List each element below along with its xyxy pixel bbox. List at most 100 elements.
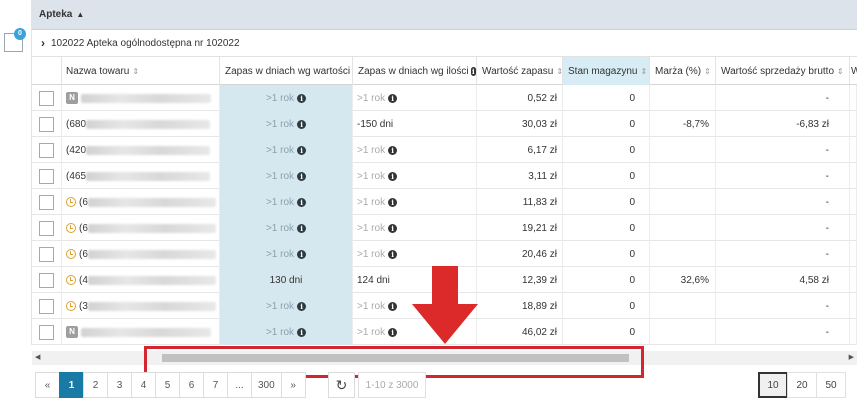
group-row[interactable]: › 102022 Apteka ogólnodostępna nr 102022 — [32, 30, 857, 57]
info-icon[interactable]: i — [388, 93, 398, 103]
info-icon[interactable]: i — [297, 327, 307, 337]
marza-cell — [650, 241, 716, 267]
redacted-product-name — [87, 223, 216, 233]
redacted-product-name — [81, 93, 211, 103]
info-icon[interactable]: i — [297, 171, 307, 181]
page-button[interactable]: 4 — [131, 372, 156, 398]
info-icon[interactable]: i — [388, 249, 398, 259]
row-checkbox[interactable] — [39, 90, 54, 106]
info-icon[interactable]: i — [297, 93, 307, 103]
info-icon[interactable]: i — [388, 327, 398, 337]
page-button[interactable]: 3 — [107, 372, 132, 398]
row-checkbox[interactable] — [39, 168, 54, 184]
stan-magazynu-cell: 0 — [563, 215, 650, 241]
info-icon[interactable]: i — [388, 301, 398, 311]
info-icon[interactable]: i — [388, 145, 398, 155]
table-row[interactable]: (420 >1 rok i >1 rok i 6,17 zł 0- — [32, 137, 857, 163]
info-icon[interactable]: i — [388, 197, 398, 207]
group-header-label: Apteka — [39, 9, 73, 20]
column-wartosc-sprzedazy[interactable]: Wartość sprzedaży brutto ⇕ — [716, 57, 850, 85]
sort-icon: ⇕ — [640, 66, 648, 76]
column-label: W — [851, 65, 857, 77]
overflow-cell — [850, 189, 857, 215]
info-icon[interactable]: i — [297, 249, 307, 259]
overflow-cell — [850, 85, 857, 111]
page-button[interactable]: 6 — [179, 372, 204, 398]
column-label: Wartość sprzedaży brutto — [721, 65, 835, 77]
group-row-label: 102022 Apteka ogólnodostępna nr 102022 — [51, 37, 240, 49]
page-next-button[interactable]: » — [280, 372, 306, 398]
zapas-ilosc-cell: -150 dni — [353, 111, 477, 137]
zapas-ilosc-value: >1 rok — [357, 196, 386, 208]
info-icon[interactable]: i — [297, 119, 307, 129]
row-checkbox[interactable] — [39, 220, 54, 236]
group-header-apteka[interactable]: Apteka ▲ — [32, 0, 857, 30]
row-checkbox[interactable] — [39, 246, 54, 262]
info-icon[interactable]: i — [470, 66, 476, 76]
row-checkbox[interactable] — [39, 324, 54, 340]
wartosc-zapasu-cell: 20,46 zł — [477, 241, 563, 267]
stan-magazynu-cell: 0 — [563, 111, 650, 137]
column-wartosc-zapasu[interactable]: Wartość zapasu ⇕ — [477, 57, 563, 85]
marza-cell — [650, 137, 716, 163]
column-w[interactable]: W — [850, 57, 857, 85]
table-row[interactable]: (6 >1 rok i >1 rok i 11,83 zł 0- — [32, 189, 857, 215]
new-product-badge: N — [66, 326, 78, 338]
column-marza[interactable]: Marża (%) ⇕ — [650, 57, 716, 85]
page-button[interactable]: 1 — [59, 372, 84, 398]
zapas-ilosc-cell: >1 rok i — [353, 85, 477, 111]
wartosc-sprzedazy-cell: - — [716, 215, 850, 241]
page-button[interactable]: 300 — [251, 372, 282, 398]
page-first-button[interactable]: « — [35, 372, 60, 398]
row-checkbox-cell — [32, 241, 62, 267]
clock-icon — [66, 249, 76, 259]
column-zapas-wartosc[interactable]: Zapas w dniach wg wartości⇕i — [220, 57, 353, 85]
page-size-option[interactable]: 10 — [758, 372, 788, 398]
info-icon[interactable]: i — [297, 301, 307, 311]
page-button[interactable]: 2 — [83, 372, 108, 398]
page-size-option[interactable]: 20 — [787, 372, 817, 398]
info-icon[interactable]: i — [297, 223, 307, 233]
zapas-wartosc-cell: >1 rok i — [220, 111, 353, 137]
scroll-right-icon[interactable]: ▶ — [849, 353, 854, 361]
table-row[interactable]: (6 >1 rok i >1 rok i 19,21 zł 0- — [32, 215, 857, 241]
stan-magazynu-cell: 0 — [563, 319, 650, 345]
page-size-option[interactable]: 50 — [816, 372, 846, 398]
row-checkbox[interactable] — [39, 272, 54, 288]
pagination: « 1 2 3 4 5 6 7... 300 » — [35, 372, 306, 398]
overflow-cell — [850, 267, 857, 293]
page-button[interactable]: 7 — [203, 372, 228, 398]
info-icon[interactable]: i — [297, 145, 307, 155]
info-icon[interactable]: i — [388, 171, 398, 181]
table-row[interactable]: (465 >1 rok i >1 rok i 3,11 zł 0- — [32, 163, 857, 189]
redacted-product-name — [87, 197, 216, 207]
zapas-wartosc-cell: >1 rok i — [220, 241, 353, 267]
overflow-cell — [850, 319, 857, 345]
wartosc-zapasu-cell: 19,21 zł — [477, 215, 563, 241]
info-icon[interactable]: i — [388, 223, 398, 233]
zapas-ilosc-value: >1 rok — [357, 222, 386, 234]
row-checkbox[interactable] — [39, 116, 54, 132]
row-checkbox[interactable] — [39, 142, 54, 158]
product-name-cell: (6 — [62, 189, 220, 215]
redacted-product-name — [86, 171, 211, 181]
sort-icon: ⇕ — [837, 66, 844, 76]
refresh-icon[interactable]: ↻ — [328, 372, 355, 398]
chevron-right-icon[interactable]: › — [41, 36, 45, 50]
row-checkbox[interactable] — [39, 298, 54, 314]
stan-magazynu-cell: 0 — [563, 293, 650, 319]
column-nazwa-towaru[interactable]: Nazwa towaru ⇕ — [62, 57, 220, 85]
wartosc-zapasu-cell: 3,11 zł — [477, 163, 563, 189]
clock-icon — [66, 301, 76, 311]
column-stan-magazynu[interactable]: Stan magazynu ⇕ — [563, 57, 650, 85]
column-zapas-ilosc[interactable]: Zapas w dniach wg ilości i — [353, 57, 477, 85]
scroll-left-icon[interactable]: ◀ — [35, 353, 40, 361]
row-checkbox[interactable] — [39, 194, 54, 210]
column-label: Zapas w dniach wg wartości — [225, 65, 351, 77]
wartosc-sprzedazy-cell: - — [716, 241, 850, 267]
page-button[interactable]: 5 — [155, 372, 180, 398]
table-row[interactable]: (6 >1 rok i >1 rok i 20,46 zł 0- — [32, 241, 857, 267]
info-icon[interactable]: i — [297, 197, 307, 207]
table-row[interactable]: N >1 rok i >1 rok i 0,52 zł 0- — [32, 85, 857, 111]
table-row[interactable]: (680 >1 rok i -150 dni 30,03 zł 0 -8,7% -6,83 z… — [32, 111, 857, 137]
